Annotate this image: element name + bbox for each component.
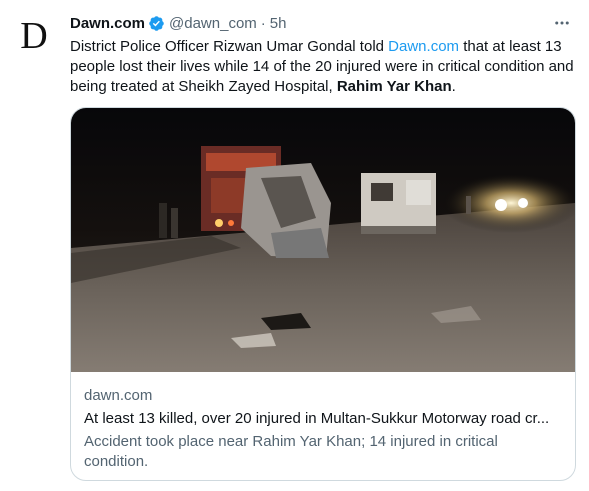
author-name[interactable]: Dawn.com xyxy=(70,15,145,32)
avatar[interactable]: D xyxy=(14,16,54,56)
separator-dot: · xyxy=(260,14,266,32)
card-meta: dawn.com At least 13 killed, over 20 inj… xyxy=(84,386,562,472)
timestamp[interactable]: 5h xyxy=(270,15,287,32)
card-title[interactable]: At least 13 killed, over 20 injured in M… xyxy=(84,409,562,429)
tweet-text-end: . xyxy=(451,78,456,95)
link-card[interactable]: dawn.com At least 13 killed, over 20 inj… xyxy=(70,107,576,481)
avatar-letter: D xyxy=(20,15,48,57)
card-description: Accident took place near Rahim Yar Khan;… xyxy=(84,433,498,470)
tweet-header: Dawn.com @dawn_com · 5h xyxy=(70,12,573,34)
tweet-link[interactable]: Dawn.com xyxy=(388,38,459,55)
tweet[interactable]: D Dawn.com @dawn_com · 5h District Polic… xyxy=(0,0,589,491)
tweet-text-part1: District Police Officer Rizwan Umar Gond… xyxy=(70,38,389,55)
card-image[interactable] xyxy=(71,108,575,372)
verified-badge-icon xyxy=(149,15,164,31)
author-handle[interactable]: @dawn_com xyxy=(169,15,257,32)
card-domain[interactable]: dawn.com xyxy=(84,386,562,406)
tweet-bold-location: Rahim Yar Khan xyxy=(336,78,452,95)
more-options-icon[interactable] xyxy=(551,12,573,34)
tweet-text: District Police Officer Rizwan Umar Gond… xyxy=(70,37,575,97)
